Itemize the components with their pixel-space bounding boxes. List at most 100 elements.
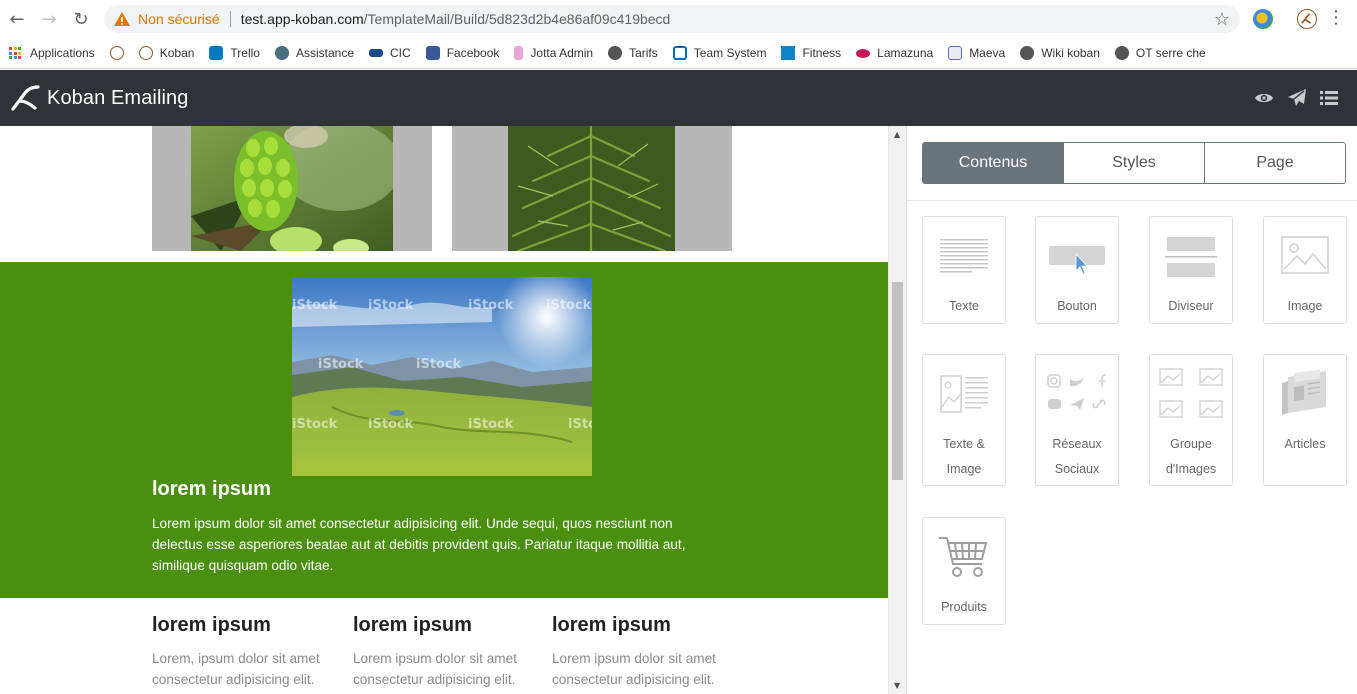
section-title[interactable]: lorem ipsum (152, 478, 271, 501)
star-icon[interactable]: ☆ (1214, 9, 1230, 30)
block-label: Image (1287, 299, 1323, 313)
bookmark-fitness[interactable]: Fitness (781, 46, 841, 60)
tab-page[interactable]: Page (1205, 143, 1345, 183)
insecure-label[interactable]: Non sécurisé (138, 11, 220, 27)
block-image[interactable]: Image (1263, 216, 1347, 324)
image-block-icon (1281, 236, 1329, 279)
scroll-thumb[interactable] (892, 282, 903, 480)
column-text[interactable]: Lorem ipsum dolor sit amet consectetur a… (353, 648, 543, 690)
back-arrow-icon[interactable]: ← (5, 7, 29, 31)
bookmark-label: Koban (159, 46, 195, 60)
bookmarks-bar: Applications Koban Trello Assistance CIC… (0, 38, 1357, 69)
bookmark-tarifs[interactable]: Tarifs (608, 46, 658, 60)
bookmark-label: OT serre che (1135, 46, 1206, 60)
bookmark-koban[interactable]: Koban (138, 46, 195, 60)
warning-icon (113, 10, 131, 28)
address-bar[interactable]: Non sécurisé test.app-koban.com/Template… (104, 5, 1240, 33)
scroll-up-icon[interactable]: ▲ (894, 130, 900, 139)
koban-logo-icon[interactable] (11, 85, 41, 111)
jotta-icon (514, 46, 524, 60)
text-block-icon (940, 239, 988, 278)
bookmark-koban-shortcut[interactable] (109, 46, 124, 60)
send-icon[interactable] (1287, 88, 1307, 108)
koban-icon (109, 46, 124, 60)
watermark: iStock (546, 298, 592, 313)
omnibox-separator (229, 11, 231, 27)
block-label-line2: Image (946, 462, 982, 476)
block-label: Bouton (1057, 299, 1097, 313)
bookmark-wiki-koban[interactable]: Wiki koban (1020, 46, 1100, 60)
articles-block-icon (1280, 369, 1330, 422)
column-block-2[interactable]: lorem ipsum Lorem ipsum dolor sit amet c… (353, 614, 543, 690)
forward-arrow-icon[interactable]: → (37, 7, 61, 31)
green-content-section[interactable]: iStock iStock iStock iStock iStock iStoc… (0, 262, 888, 598)
globe-icon (608, 46, 623, 60)
column-text[interactable]: Lorem ipsum dolor sit amet consectetur a… (552, 648, 742, 690)
watermark: iStock (368, 298, 414, 313)
cart-icon (938, 534, 990, 585)
bookmark-facebook[interactable]: Facebook (425, 46, 500, 60)
bookmark-applications[interactable]: Applications (9, 46, 95, 60)
email-canvas[interactable]: iStock iStock iStock iStock iStock iStoc… (0, 126, 906, 694)
bookmark-trello[interactable]: Trello (209, 46, 260, 60)
block-label: Réseaux (1052, 437, 1102, 451)
column-block-3[interactable]: lorem ipsum Lorem ipsum dolor sit amet c… (552, 614, 742, 690)
column-title[interactable]: lorem ipsum (552, 614, 742, 640)
bookmark-jotta-admin[interactable]: Jotta Admin (514, 46, 593, 60)
block-texte-image[interactable]: Texte & Image (922, 354, 1006, 486)
watermark: iStock (292, 298, 338, 313)
bookmark-label: Team System (693, 46, 767, 60)
column-title[interactable]: lorem ipsum (152, 614, 342, 640)
scroll-down-icon[interactable]: ▼ (894, 681, 900, 690)
button-block-icon (1048, 245, 1106, 280)
image-group-block-icon (1158, 367, 1224, 426)
pine-cone-image (191, 126, 401, 251)
block-label-line2: d'Images (1165, 462, 1217, 476)
url-host: test.app-koban.com (240, 11, 364, 27)
bookmark-ot-serre-che[interactable]: OT serre che (1114, 46, 1206, 60)
tab-styles[interactable]: Styles (1064, 143, 1205, 183)
bookmark-lamazuna[interactable]: Lamazuna (856, 46, 933, 60)
lamazuna-icon (856, 48, 871, 58)
koban-extension-icon[interactable] (1297, 9, 1317, 29)
block-diviseur[interactable]: Diviseur (1149, 216, 1233, 324)
block-reseaux-sociaux[interactable]: Réseaux Sociaux (1035, 354, 1119, 486)
trello-icon (209, 46, 224, 60)
bookmark-label: Lamazuna (877, 46, 934, 60)
bookmark-cic[interactable]: CIC (369, 46, 411, 60)
canvas-scrollbar[interactable]: ▲ ▼ (888, 126, 906, 694)
editor-panel: Contenus Styles Page Texte Bouton Divise… (906, 126, 1357, 694)
block-texte[interactable]: Texte (922, 216, 1006, 324)
column-text[interactable]: Lorem, ipsum dolor sit amet consectetur … (152, 648, 342, 690)
block-groupe-images[interactable]: Groupe d'Images (1149, 354, 1233, 486)
eye-icon[interactable] (1254, 88, 1274, 108)
watermark: iStock (368, 417, 414, 432)
reload-icon[interactable]: ↻ (69, 7, 93, 31)
block-produits[interactable]: Produits (922, 517, 1006, 625)
block-bouton[interactable]: Bouton (1035, 216, 1119, 324)
browser-menu-icon[interactable]: ⋮ (1327, 8, 1345, 28)
watermark: iStock (416, 357, 462, 372)
fitness-icon (781, 46, 796, 60)
image-block-left[interactable] (152, 126, 432, 251)
tab-contenus[interactable]: Contenus (923, 143, 1064, 183)
landscape-image[interactable]: iStock iStock iStock iStock iStock iStoc… (292, 277, 592, 476)
block-articles[interactable]: Articles (1263, 354, 1347, 486)
list-icon[interactable] (1319, 88, 1339, 108)
extension-icon[interactable] (1253, 9, 1273, 29)
koban-icon (138, 46, 153, 60)
bookmark-team-system[interactable]: Team System (672, 46, 767, 60)
column-title[interactable]: lorem ipsum (353, 614, 543, 640)
bookmark-assistance[interactable]: Assistance (274, 46, 354, 60)
bookmark-label: Facebook (446, 46, 500, 60)
browser-toolbar: ← → ↻ Non sécurisé test.app-koban.com/Te… (0, 0, 1357, 38)
globe-icon (1020, 46, 1035, 60)
bookmark-label: CIC (390, 46, 411, 60)
column-block-1[interactable]: lorem ipsum Lorem, ipsum dolor sit amet … (152, 614, 342, 690)
image-block-right[interactable] (452, 126, 732, 251)
watermark: iStock (468, 417, 514, 432)
team-system-icon (672, 46, 687, 60)
bookmark-label: Tarifs (629, 46, 658, 60)
section-paragraph[interactable]: Lorem ipsum dolor sit amet consectetur a… (152, 513, 712, 576)
bookmark-maeva[interactable]: Maeva (948, 46, 1005, 60)
